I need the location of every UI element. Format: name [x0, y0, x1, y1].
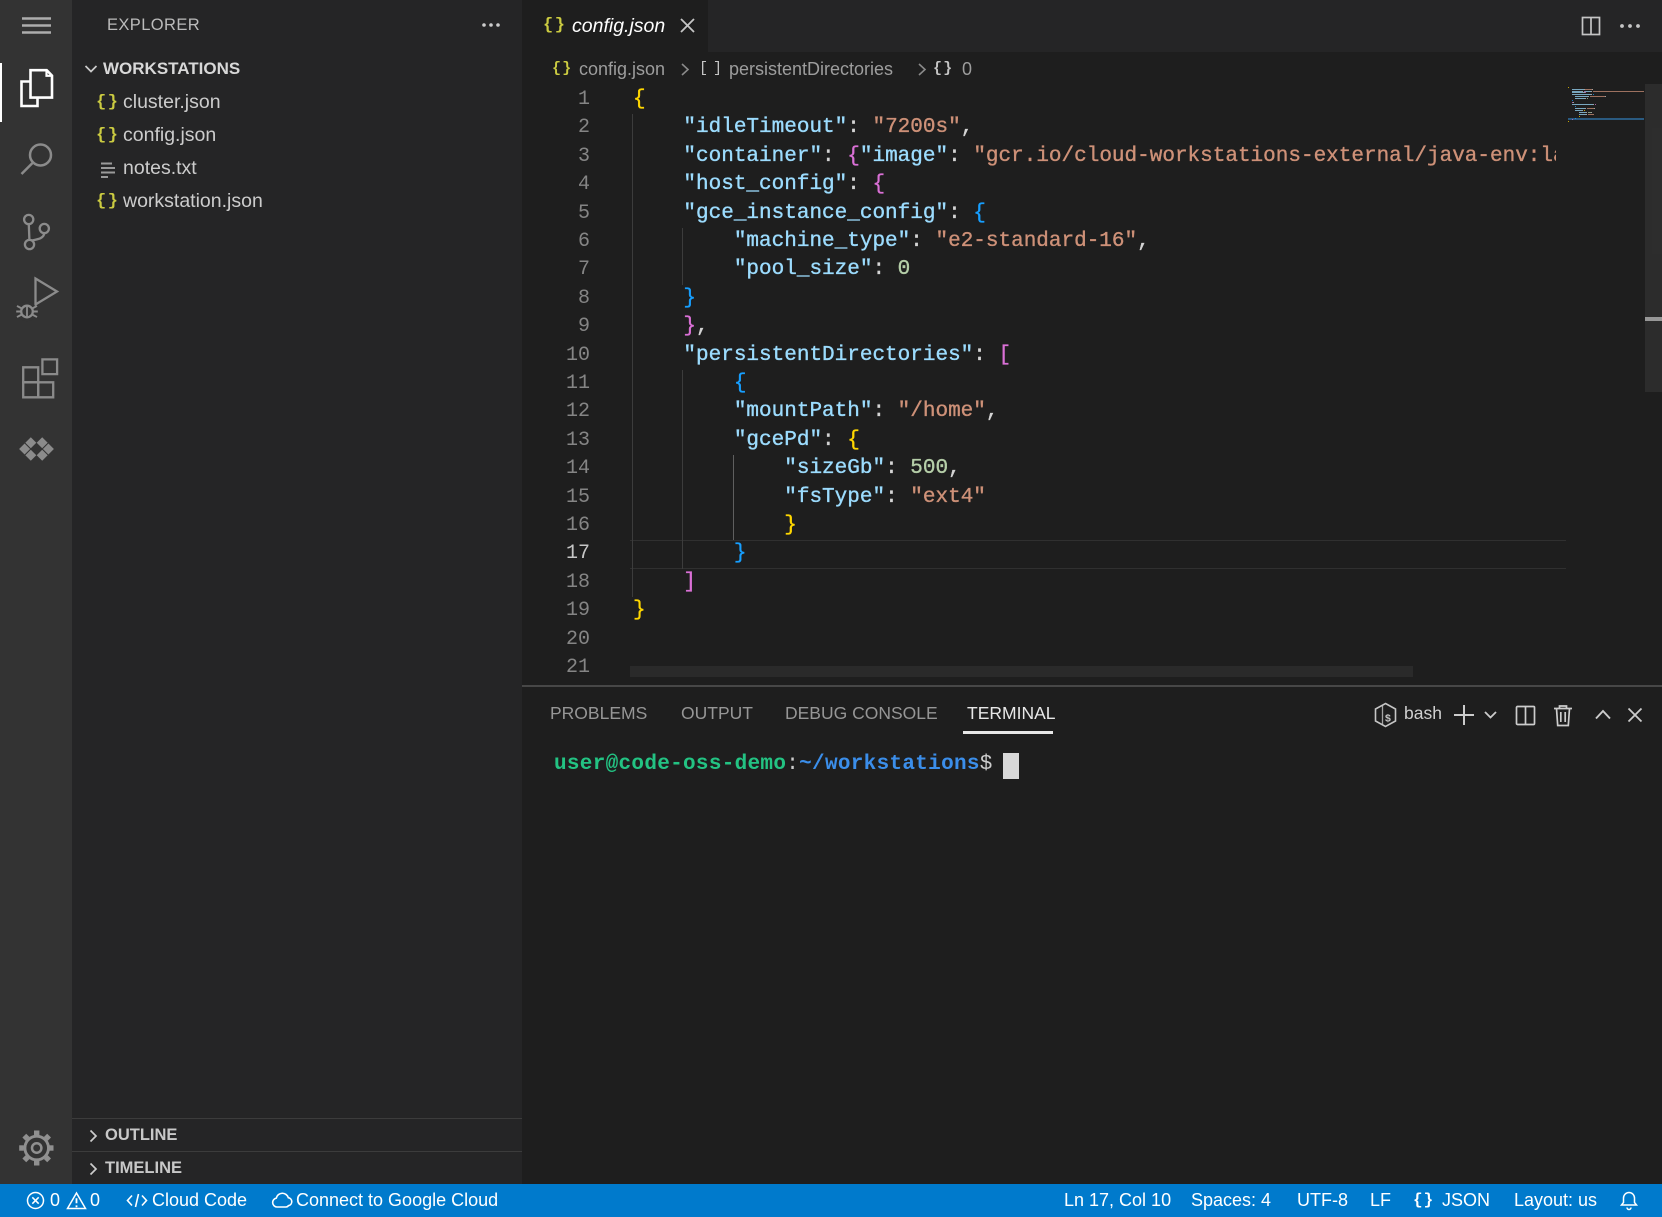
- svg-text:$: $: [1385, 713, 1391, 725]
